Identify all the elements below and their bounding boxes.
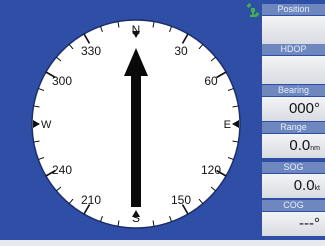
sog-value: 0.0 <box>293 177 315 194</box>
satellite-icon <box>246 3 260 17</box>
range-value: 0.0 <box>289 137 311 154</box>
label-120: 120 <box>201 163 221 177</box>
sog-unit: kt <box>314 185 320 192</box>
label-30: 30 <box>174 44 188 58</box>
hdop-label: HDOP <box>262 44 325 55</box>
label-60: 60 <box>204 74 218 88</box>
compass-screen: N S W E 30 60 120 150 210 240 300 330 Po… <box>0 0 325 246</box>
label-330: 330 <box>81 44 101 58</box>
bearing-label: Bearing <box>262 85 325 96</box>
compass-dial: N S W E 30 60 120 150 210 240 300 330 <box>31 19 241 229</box>
cog-value: ---° <box>262 212 325 236</box>
position-value <box>262 16 325 44</box>
label-150: 150 <box>171 193 191 207</box>
label-east: E <box>224 119 231 131</box>
cog-label: COG <box>262 200 325 211</box>
label-west: W <box>41 119 52 131</box>
data-panel: Position HDOP Bearing 000° Range 0.0nm S… <box>262 0 325 240</box>
range-value-box: 0.0nm <box>262 134 325 158</box>
hdop-value <box>262 56 325 84</box>
sog-label: SOG <box>262 162 325 173</box>
label-240: 240 <box>52 163 72 177</box>
bearing-value: 000° <box>262 97 325 121</box>
label-north: N <box>132 23 141 37</box>
position-label: Position <box>262 4 325 15</box>
range-label: Range <box>262 122 325 133</box>
label-210: 210 <box>81 193 101 207</box>
label-300: 300 <box>52 74 72 88</box>
sog-value-box: 0.0kt <box>262 174 325 198</box>
bottom-strip <box>0 240 325 246</box>
label-south: S <box>132 211 140 225</box>
range-unit: nm <box>310 145 320 152</box>
